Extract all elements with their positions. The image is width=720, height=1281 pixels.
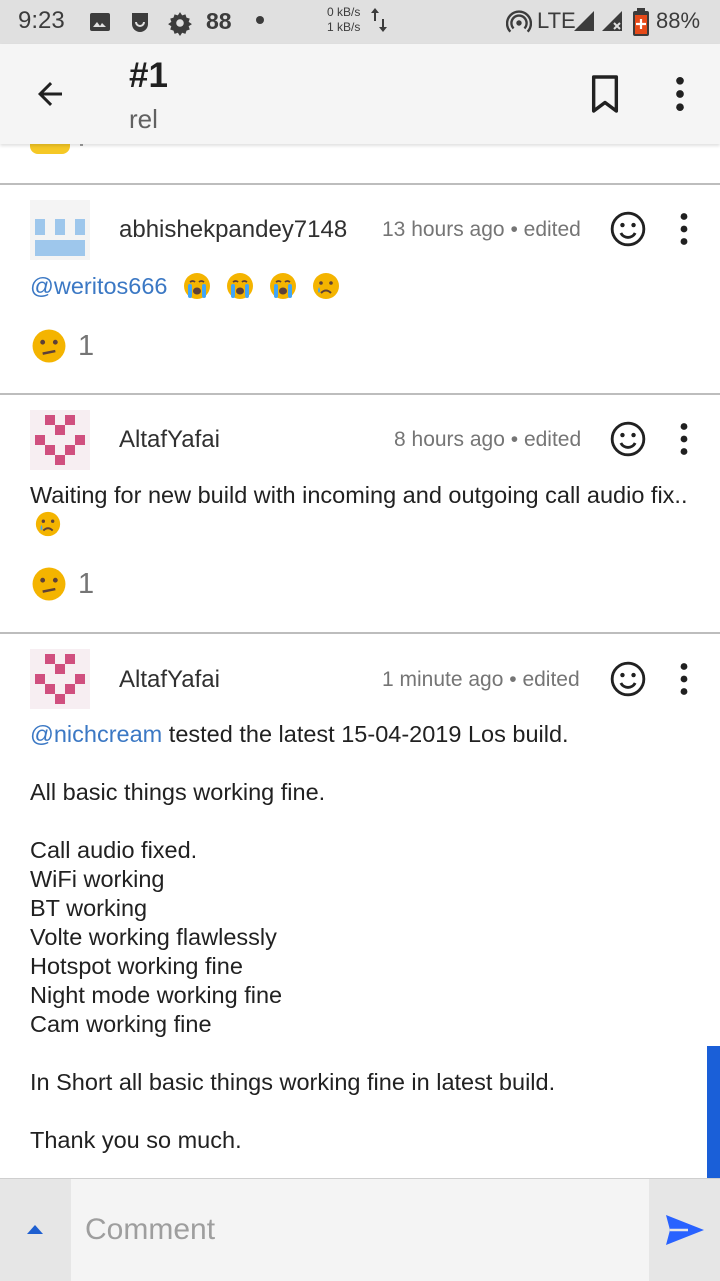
- app-bar: #1 rel: [0, 44, 720, 144]
- mention-link[interactable]: @nichcream: [30, 721, 162, 747]
- comment-username[interactable]: abhishekpandey7148: [119, 216, 347, 244]
- settings-gear-icon: [168, 12, 192, 36]
- comment-menu-icon[interactable]: [672, 662, 696, 696]
- comment-line: Night mode working fine: [30, 982, 283, 1008]
- signal-no-data-icon: [602, 11, 622, 31]
- gallery-icon: [90, 13, 110, 31]
- signal-icon: [574, 11, 594, 31]
- avatar[interactable]: [30, 410, 90, 470]
- status-bar: 9:23 88 0 kB/s 1 kB/s LTE 88%: [0, 0, 720, 44]
- comment-line: WiFi working: [30, 866, 165, 892]
- send-icon[interactable]: [665, 1213, 705, 1247]
- comment-line: All basic things working fine.: [30, 779, 326, 805]
- comment-card: AltafYafai 8 hours ago • edited Waiting …: [0, 395, 720, 632]
- comment-line: Thank you so much.: [30, 1127, 242, 1153]
- comment-body: @weritos666: [30, 271, 700, 301]
- comment-card: abhishekpandey7148 13 hours ago • edited…: [0, 185, 720, 393]
- add-reaction-icon[interactable]: [609, 420, 647, 458]
- comment-line: Call audio fixed.: [30, 837, 198, 863]
- hotspot-icon: [506, 10, 532, 33]
- comment-line: @nichcream tested the latest 15-04-2019 …: [30, 721, 569, 747]
- mention-link[interactable]: @weritos666: [30, 272, 168, 301]
- page-title: #1: [129, 56, 168, 95]
- reaction-chip[interactable]: 1: [30, 565, 94, 603]
- reaction-count: 1: [78, 567, 95, 600]
- avatar[interactable]: [30, 200, 90, 260]
- comment-line: Cam working fine: [30, 1011, 212, 1037]
- network-speed: 0 kB/s 1 kB/s: [327, 5, 361, 34]
- add-reaction-icon[interactable]: [609, 210, 647, 248]
- add-reaction-icon[interactable]: [609, 660, 647, 698]
- more-options-icon[interactable]: [668, 76, 692, 112]
- reaction-chip[interactable]: 1: [30, 327, 94, 365]
- comment-line: BT working: [30, 895, 148, 921]
- confused-emoji-icon: [32, 329, 66, 363]
- notification-dot: [256, 16, 264, 24]
- back-arrow-icon[interactable]: [32, 76, 68, 112]
- crying-emoji-icon: [312, 273, 339, 299]
- comment-input[interactable]: [71, 1179, 649, 1281]
- comment-line: Volte working flawlessly: [30, 924, 277, 950]
- comment-meta: 13 hours ago • edited: [382, 218, 581, 241]
- comment-menu-icon[interactable]: [672, 422, 696, 456]
- comment-menu-icon[interactable]: [672, 212, 696, 246]
- network-type: LTE: [537, 8, 576, 33]
- comment-username[interactable]: AltafYafai: [119, 426, 220, 454]
- scrollbar-thumb[interactable]: [707, 1046, 720, 1180]
- comment-line: Hotspot working fine: [30, 953, 243, 979]
- comment-body: Waiting for new build with incoming and …: [30, 481, 700, 539]
- bookmark-icon[interactable]: [588, 74, 622, 114]
- comment-line: In Short all basic things working fine i…: [30, 1069, 556, 1095]
- crying-emoji-icon: [35, 511, 61, 537]
- comment-meta: 8 hours ago • edited: [394, 428, 582, 451]
- comment-card: AltafYafai 1 minute ago • edited @nichcr…: [0, 634, 720, 1178]
- data-transfer-icon: [371, 8, 387, 32]
- loudly-crying-emoji-icon: [183, 273, 210, 299]
- comment-composer: [0, 1178, 720, 1281]
- app-notification-icon: [132, 13, 148, 32]
- reaction-count: 1: [78, 329, 95, 362]
- status-time: 9:23: [18, 7, 65, 34]
- avatar[interactable]: [30, 649, 90, 709]
- battery-icon: [633, 8, 649, 36]
- battery-percent: 88%: [656, 8, 701, 33]
- comment-meta: 1 minute ago • edited: [382, 668, 580, 691]
- expand-up-icon[interactable]: [26, 1223, 44, 1235]
- loudly-crying-emoji-icon: [269, 273, 296, 299]
- notification-count: 88: [206, 8, 232, 34]
- loudly-crying-emoji-icon: [226, 273, 253, 299]
- comment-username[interactable]: AltafYafai: [119, 666, 220, 694]
- confused-emoji-icon: [32, 567, 66, 601]
- comment-body: @nichcream tested the latest 15-04-2019 …: [30, 720, 700, 1155]
- page-subtitle: rel: [129, 104, 158, 134]
